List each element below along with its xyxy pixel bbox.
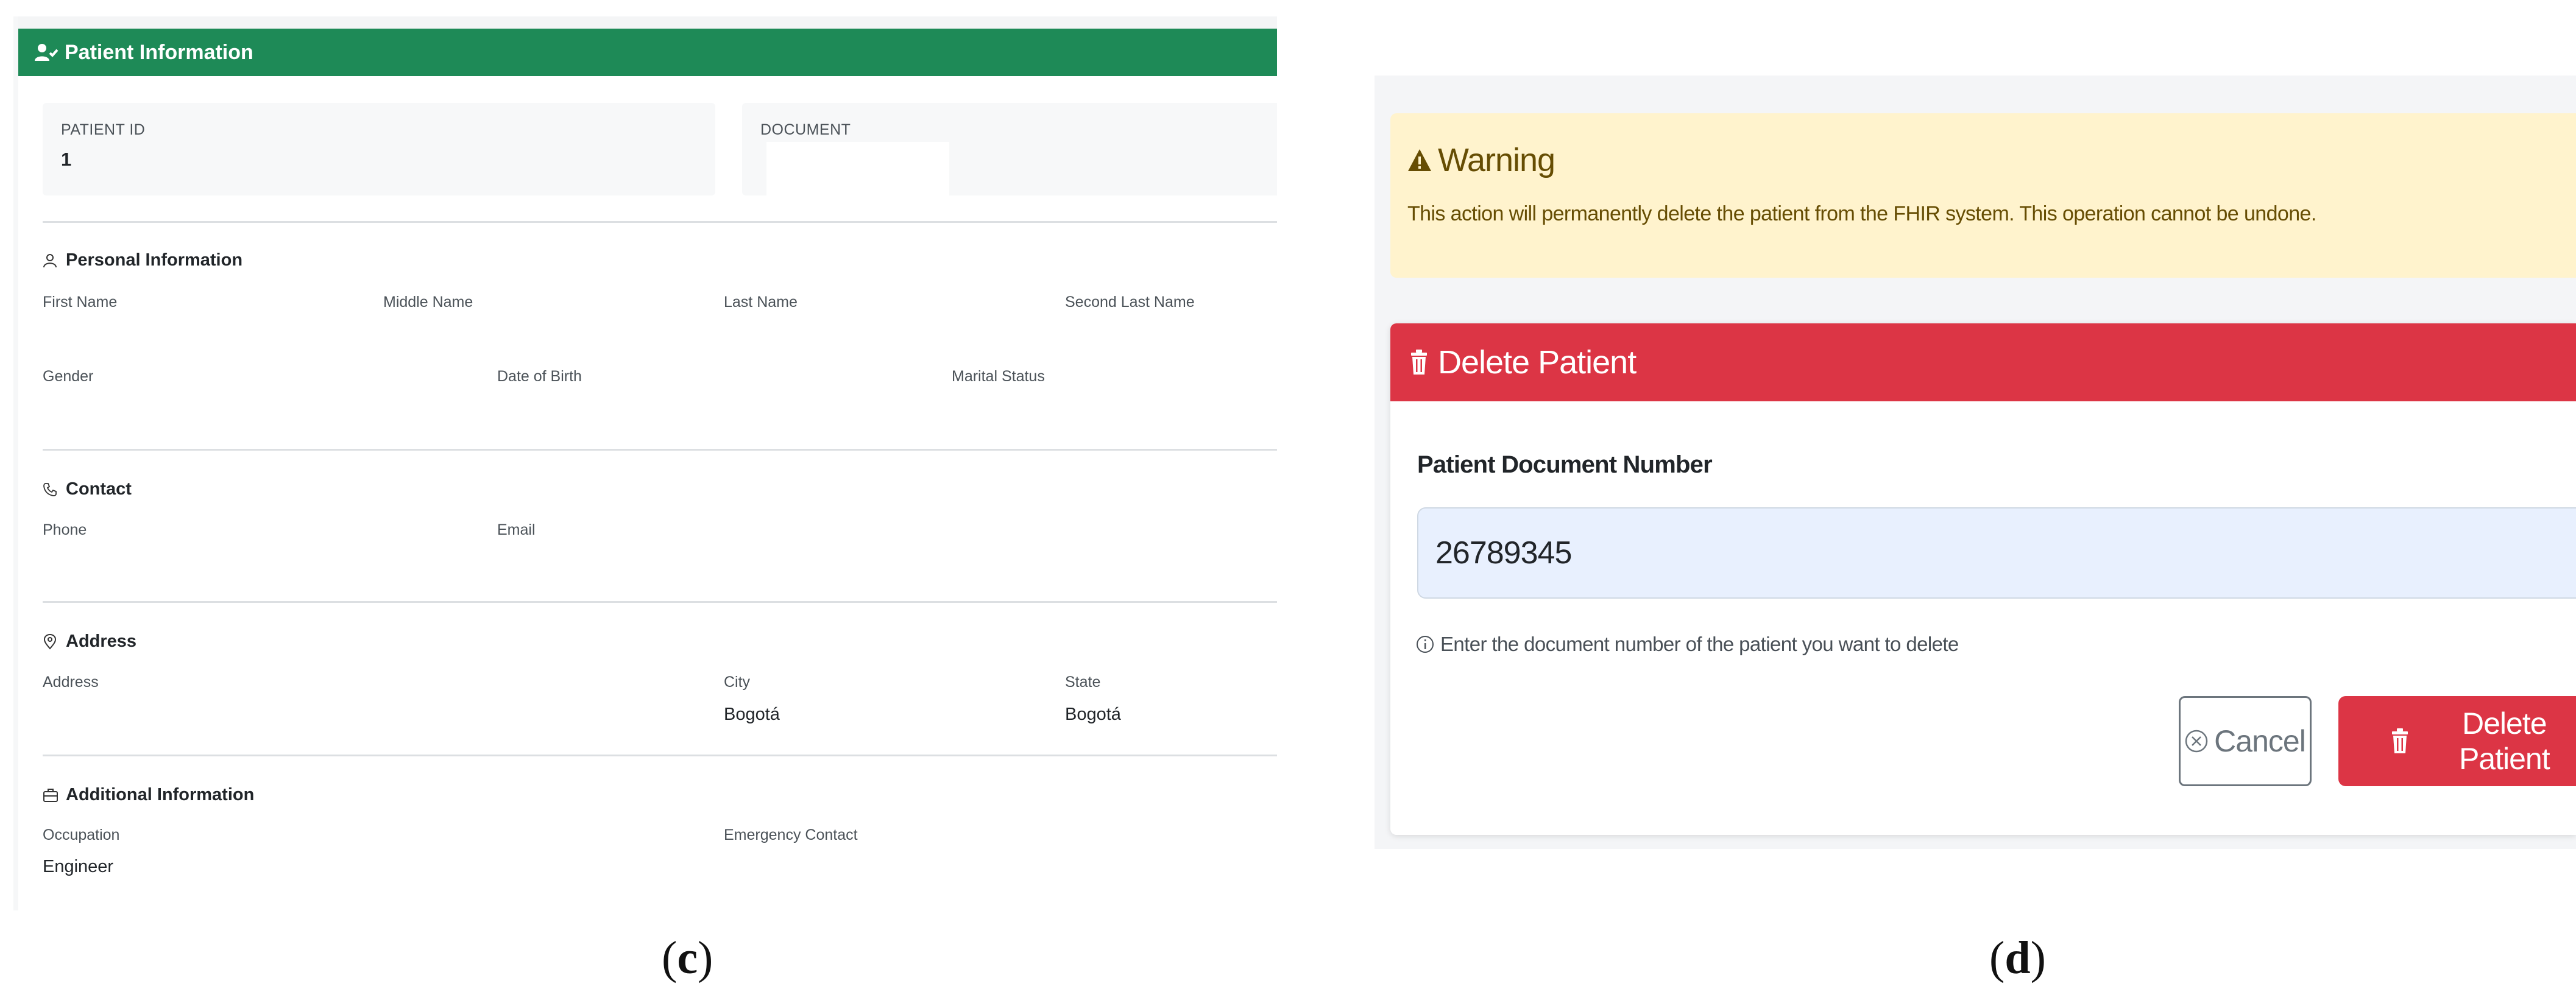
personal-information-title: Personal Information [43,250,242,270]
help-text-label: Enter the document number of the patient… [1440,633,1959,655]
address-label: Address [43,674,99,691]
cancel-button-label: Cancel [2214,724,2306,758]
phone-label: Phone [43,521,87,538]
contact-label: Contact [66,479,132,499]
marital-status-label: Marital Status [952,368,1045,385]
emergency-contact-label: Emergency Contact [724,826,858,843]
warning-alert: Warning This action will permanently del… [1390,113,2576,278]
patient-information-title: Patient Information [65,40,253,64]
additional-information-label: Additional Information [66,785,255,804]
delete-patient-panel: Warning This action will permanently del… [1375,76,2576,849]
address-section-label: Address [66,632,137,651]
divider [43,755,1277,756]
gender-label: Gender [43,368,94,385]
first-name-label: First Name [43,294,118,311]
city-label: City [724,674,751,691]
contact-title: Contact [43,479,132,499]
trash-icon [2391,725,2411,757]
patient-id-label: PATIENT ID [61,121,146,138]
document-box: DOCUMENT [742,103,1277,198]
last-name-label: Last Name [724,294,798,311]
caption-c: (c) [662,932,713,984]
patient-information-header: Patient Information [18,29,1277,76]
date-of-birth-label: Date of Birth [497,368,582,385]
occupation-label: Occupation [43,826,120,843]
middle-name-label: Middle Name [383,294,473,311]
trash-icon [1410,347,1432,378]
warning-title: Warning [1407,141,2576,179]
map-pin-icon [43,633,61,651]
warning-text: This action will permanently delete the … [1407,202,2316,225]
address-title: Address [43,632,136,652]
document-label: DOCUMENT [760,121,851,138]
caption-c-letter: c [677,932,698,984]
patient-information-panel: Patient Information PATIENT ID 1 DOCUMEN… [13,16,1277,910]
second-last-name-label: Second Last Name [1065,294,1195,311]
delete-patient-button-label: Delete Patient [2458,706,2550,776]
x-circle-icon [2185,729,2209,753]
left-strip [13,16,18,910]
phone-icon [43,480,61,499]
caption-d: (d) [1989,932,2046,984]
warning-triangle-icon [1407,146,1433,174]
city-value: Bogotá [724,705,780,724]
briefcase-icon [43,786,61,804]
email-label: Email [497,521,536,538]
divider [43,601,1277,603]
occupation-value: Engineer [43,857,114,876]
caption-d-letter: d [2005,932,2031,984]
patient-id-value: 1 [61,149,72,170]
warning-title-text: Warning [1438,142,1555,178]
help-text: Enter the document number of the patient… [1416,633,1959,656]
additional-information-title: Additional Information [43,785,254,805]
personal-information-label: Personal Information [66,250,243,270]
document-number-label: Patient Document Number [1417,451,1713,478]
cancel-button[interactable]: Cancel [2179,696,2312,786]
document-number-input[interactable] [1417,507,2576,599]
delete-patient-title: Delete Patient [1438,344,1637,381]
state-label: State [1065,674,1101,691]
user-check-icon [34,42,61,63]
user-icon [43,252,61,270]
patient-id-box: PATIENT ID 1 [43,103,715,195]
delete-patient-button[interactable]: Delete Patient [2338,696,2576,786]
state-value: Bogotá [1065,705,1121,724]
divider [43,221,1277,223]
info-icon [1416,634,1437,655]
delete-patient-header: Delete Patient [1390,323,2576,401]
document-value [766,142,949,198]
divider [43,449,1277,451]
top-strip [13,16,1277,29]
delete-patient-card: Delete Patient Patient Document Number E… [1390,323,2576,835]
